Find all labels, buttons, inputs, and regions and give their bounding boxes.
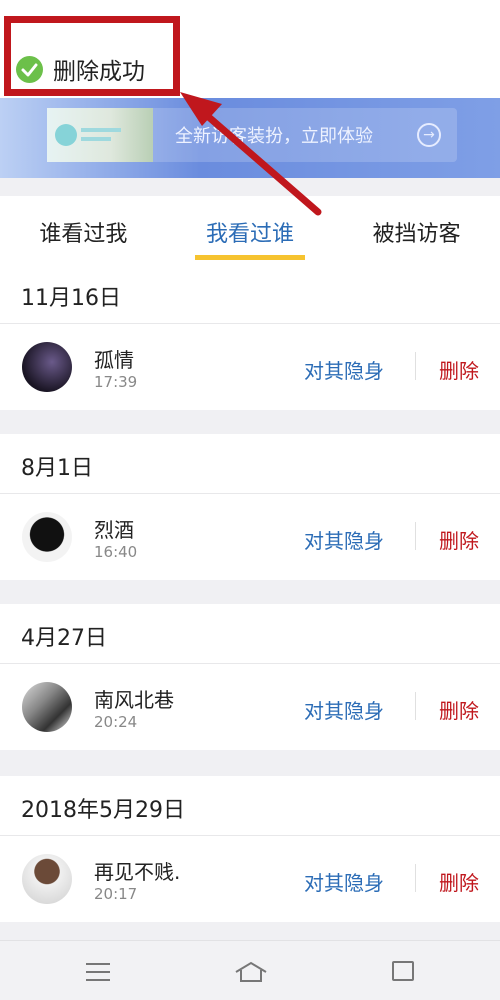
banner-card[interactable]: 全新访客装扮，立即体验 →: [47, 108, 457, 162]
delete-button[interactable]: 删除: [439, 695, 479, 724]
delete-button[interactable]: 删除: [439, 525, 479, 554]
menu-icon[interactable]: [86, 963, 110, 981]
avatar[interactable]: [22, 512, 72, 562]
visitor-tabs: 谁看过我 我看过谁 被挡访客: [0, 196, 500, 264]
visit-time: 16:40: [94, 543, 138, 561]
list-item[interactable]: 南风北巷 20:24 对其隐身 删除: [0, 664, 500, 750]
delete-button[interactable]: 删除: [439, 867, 479, 896]
delete-button[interactable]: 删除: [439, 355, 479, 384]
divider: [415, 864, 416, 892]
avatar[interactable]: [22, 682, 72, 732]
date-header: 8月1日: [0, 434, 500, 494]
banner-thumbnail: [47, 108, 153, 162]
banner-text: 全新访客装扮，立即体验: [175, 126, 373, 147]
hide-from-button[interactable]: 对其隐身: [304, 355, 384, 384]
visit-group: 4月27日 南风北巷 20:24 对其隐身 删除: [0, 604, 500, 750]
visitor-name: 南风北巷: [94, 688, 174, 712]
date-header: 2018年5月29日: [0, 776, 500, 836]
visitor-name: 烈酒: [94, 518, 134, 542]
tab-visited-me[interactable]: 谁看过我: [0, 196, 167, 264]
visit-group: 8月1日 烈酒 16:40 对其隐身 删除: [0, 434, 500, 580]
divider: [415, 522, 416, 550]
visitor-name: 再见不贱.: [94, 860, 181, 884]
divider: [415, 692, 416, 720]
annotation-highlight-box: [4, 16, 180, 96]
promo-banner[interactable]: 全新访客装扮，立即体验 →: [0, 98, 500, 178]
visitor-name: 孤情: [94, 348, 134, 372]
divider: [415, 352, 416, 380]
list-item[interactable]: 烈酒 16:40 对其隐身 删除: [0, 494, 500, 580]
back-icon[interactable]: [392, 961, 414, 981]
arrow-right-icon[interactable]: →: [417, 123, 441, 147]
tab-blocked-visitors[interactable]: 被挡访客: [333, 196, 500, 264]
hide-from-button[interactable]: 对其隐身: [304, 695, 384, 724]
date-header: 4月27日: [0, 604, 500, 664]
list-item[interactable]: 再见不贱. 20:17 对其隐身 删除: [0, 836, 500, 922]
home-icon[interactable]: [234, 961, 268, 983]
list-item[interactable]: 孤情 17:39 对其隐身 删除: [0, 324, 500, 410]
hide-from-button[interactable]: 对其隐身: [304, 525, 384, 554]
hide-from-button[interactable]: 对其隐身: [304, 867, 384, 896]
avatar[interactable]: [22, 342, 72, 392]
visit-group: 2018年5月29日 再见不贱. 20:17 对其隐身 删除: [0, 776, 500, 922]
date-header: 11月16日: [0, 264, 500, 324]
visit-group: 11月16日 孤情 17:39 对其隐身 删除: [0, 264, 500, 410]
visit-time: 20:17: [94, 885, 138, 903]
tab-i-visited[interactable]: 我看过谁: [167, 196, 334, 264]
avatar[interactable]: [22, 854, 72, 904]
visit-time: 20:24: [94, 713, 138, 731]
bottom-nav-bar: [0, 940, 500, 1000]
visit-time: 17:39: [94, 373, 138, 391]
